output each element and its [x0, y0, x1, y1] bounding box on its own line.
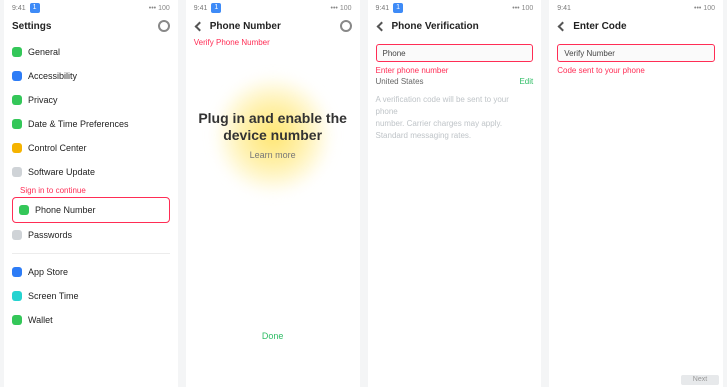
settings-panel: 9:41 1 ••• 100 Settings General Accessib…: [4, 0, 178, 387]
app-icon: [12, 71, 22, 81]
enter-code-panel: 9:41 ••• 100 Enter Code Verify Number Co…: [549, 0, 723, 387]
phone-number-panel: 9:41 1 ••• 100 Phone Number Verify Phone…: [185, 0, 360, 387]
app-icon: [12, 143, 22, 153]
phone-verification-panel: 9:41 1 ••• 100 Phone Verification Phone …: [367, 0, 542, 387]
list-item[interactable]: Privacy: [12, 88, 170, 112]
error-note: Sign in to continue: [20, 186, 86, 195]
code-sent-note: Code sent to your phone: [557, 66, 645, 75]
screens-strip: 9:41 1 ••• 100 Settings General Accessib…: [0, 0, 727, 387]
status-bar: 9:41 1 ••• 100: [4, 0, 178, 16]
empty-state: Plug in and enable the device number Lea…: [186, 110, 360, 160]
app-icon: [12, 167, 22, 177]
page-title: Phone Number: [209, 20, 281, 32]
time-text: 9:41: [557, 4, 571, 12]
list-item[interactable]: Passwords: [12, 223, 170, 247]
settings-list: General Accessibility Privacy Date & Tim…: [4, 36, 178, 336]
app-icon: [12, 95, 22, 105]
header: Settings: [4, 16, 178, 36]
verification-input[interactable]: Verify Number: [557, 44, 715, 62]
page-title: Settings: [12, 20, 52, 32]
status-right: ••• 100: [512, 4, 534, 12]
back-icon[interactable]: [376, 21, 386, 31]
gear-icon[interactable]: [339, 20, 352, 32]
status-right: ••• 100: [148, 4, 170, 12]
next-button[interactable]: Next: [681, 375, 719, 385]
back-icon[interactable]: [194, 21, 204, 31]
done-link[interactable]: Done: [186, 331, 360, 341]
app-icon: [12, 119, 22, 129]
status-right: ••• 100: [330, 4, 352, 12]
edit-link[interactable]: Edit: [519, 77, 533, 86]
verify-note: Verify Phone Number: [193, 38, 270, 47]
list-item[interactable]: Accessibility: [12, 64, 170, 88]
list-item-highlighted[interactable]: Phone Number: [12, 197, 170, 223]
app-icon: [19, 205, 29, 215]
list-item[interactable]: Software Update: [12, 160, 170, 184]
info-text: A verification code will be sent to your…: [375, 95, 509, 140]
list-item[interactable]: App Store: [12, 260, 170, 284]
country-label: United States: [375, 77, 424, 86]
app-icon: [12, 267, 22, 277]
divider: [12, 253, 170, 254]
status-bar: 9:41 1 ••• 100: [186, 0, 360, 16]
header: Enter Code: [549, 16, 723, 36]
header: Phone Number: [186, 16, 360, 36]
list-item[interactable]: General: [12, 40, 170, 64]
input-error: Enter phone number: [375, 66, 449, 75]
app-icon: [12, 315, 22, 325]
notification-badge: 1: [29, 3, 40, 13]
list-item[interactable]: Control Center: [12, 136, 170, 160]
page-title: Phone Verification: [391, 20, 479, 32]
status-bar: 9:41 1 ••• 100: [368, 0, 542, 16]
time-text: 9:41: [193, 4, 208, 12]
status-bar: 9:41 ••• 100: [549, 0, 723, 16]
phone-input[interactable]: Phone: [375, 44, 534, 62]
back-icon[interactable]: [557, 21, 567, 31]
country-row[interactable]: United States Edit: [376, 77, 534, 86]
list-item[interactable]: Date & Time Preferences: [12, 112, 170, 136]
header: Phone Verification: [368, 16, 542, 36]
notification-badge: 1: [211, 3, 222, 13]
empty-state-title-line1: Plug in and enable the: [198, 110, 347, 126]
status-right: ••• 100: [694, 4, 715, 12]
app-icon: [12, 230, 22, 240]
list-item[interactable]: Screen Time: [12, 284, 170, 308]
gear-icon[interactable]: [157, 20, 170, 32]
learn-more-link[interactable]: Learn more: [186, 150, 360, 160]
app-icon: [12, 291, 22, 301]
time-text: 9:41: [12, 4, 26, 12]
notification-badge: 1: [393, 3, 404, 13]
list-item[interactable]: Wallet: [12, 308, 170, 332]
time-text: 9:41: [375, 4, 390, 12]
empty-state-title-line2: device number: [223, 126, 323, 143]
page-title: Enter Code: [573, 20, 627, 32]
app-icon: [12, 47, 22, 57]
